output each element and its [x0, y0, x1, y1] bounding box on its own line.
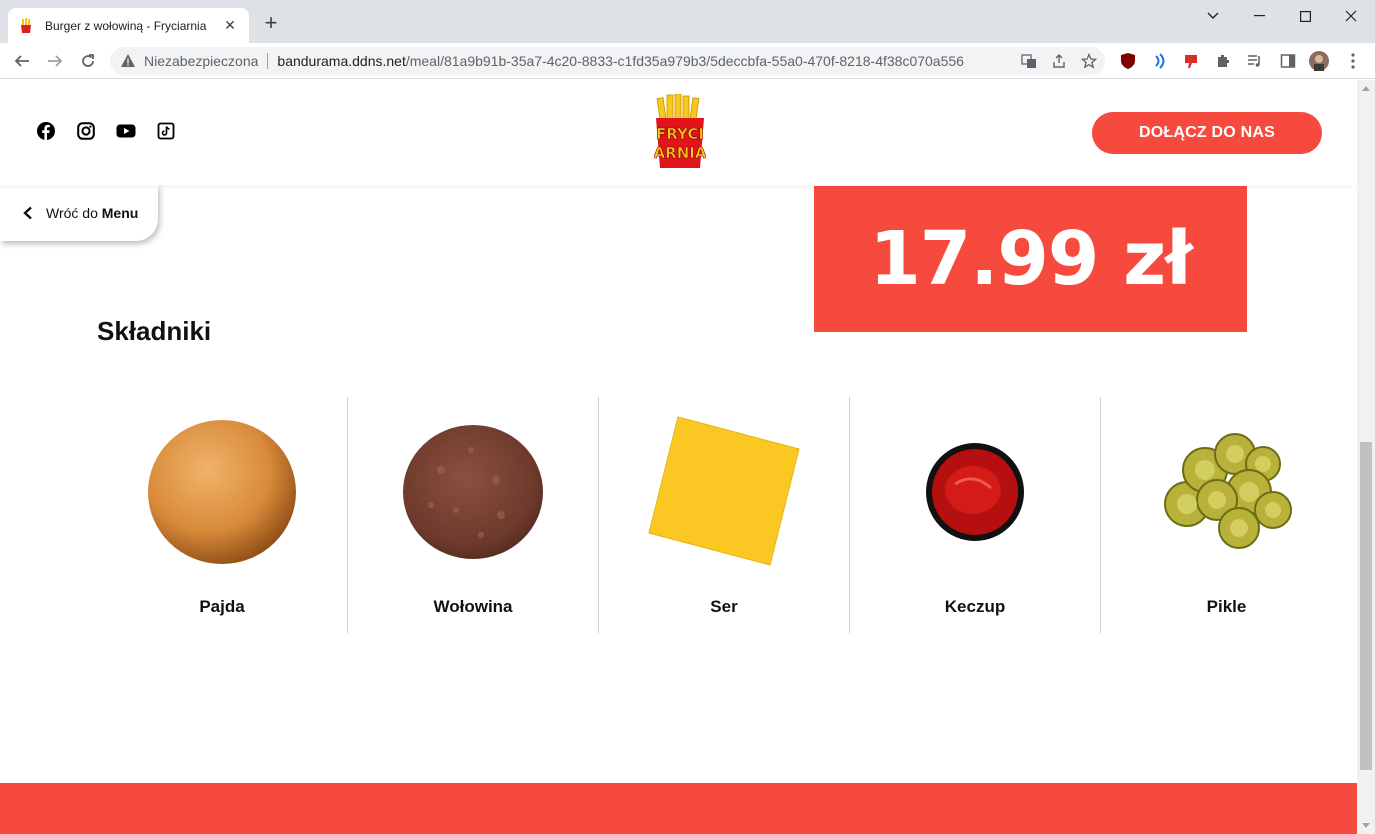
new-tab-icon[interactable]: +	[260, 12, 282, 35]
footer-band	[0, 783, 1357, 834]
security-label: Niezabezpieczona	[144, 53, 259, 69]
ingredient-item: Wołowina	[348, 397, 599, 633]
ublock-icon[interactable]	[1118, 51, 1138, 71]
cheese-icon	[644, 416, 804, 567]
ingredient-item: Keczup	[850, 397, 1101, 633]
site-header: FRYCI ARNIA DOŁĄCZ DO NAS	[0, 80, 1357, 185]
forward-arrow-icon[interactable]	[43, 49, 67, 73]
ingredient-item: Ser	[599, 397, 850, 633]
share-icon[interactable]	[1051, 53, 1067, 69]
back-menu-label: Menu	[101, 205, 139, 221]
url-path: /meal/81a9b91b-35a7-4c20-8833-c1fd35a979…	[405, 53, 964, 69]
fryciarnia-logo[interactable]: FRYCI ARNIA	[653, 93, 707, 170]
price-value: 17.99 zł	[869, 216, 1192, 302]
browser-tab-bar: Burger z wołowiną - Fryciarnia ✕ +	[0, 0, 1375, 43]
tiktok-icon[interactable]	[157, 122, 175, 140]
chevron-left-icon	[23, 206, 32, 220]
ingredient-name: Wołowina	[433, 597, 513, 616]
tab-search-icon[interactable]	[1190, 5, 1236, 27]
logo-text-top: FRYCI	[656, 125, 704, 143]
scroll-up-icon[interactable]	[1362, 86, 1370, 91]
beef-patty-icon	[393, 417, 553, 567]
back-arrow-icon[interactable]	[10, 49, 34, 73]
scroll-down-icon[interactable]	[1362, 823, 1370, 828]
ingredient-name: Ser	[710, 597, 738, 616]
maximize-icon[interactable]	[1282, 5, 1328, 27]
warning-icon	[121, 54, 135, 67]
reload-icon[interactable]	[76, 49, 100, 73]
back-prefix: Wróć do	[46, 205, 98, 221]
join-us-button[interactable]: DOŁĄCZ DO NAS	[1092, 112, 1322, 154]
browser-menu-icon[interactable]	[1343, 51, 1363, 71]
profile-avatar-icon[interactable]	[1309, 51, 1329, 71]
media-playlist-icon[interactable]	[1245, 51, 1265, 71]
price-box: 17.99 zł	[814, 186, 1247, 332]
facebook-icon[interactable]	[37, 122, 55, 140]
logo-text-bottom: ARNIA	[654, 144, 706, 162]
youtube-icon[interactable]	[116, 122, 136, 140]
browser-tab[interactable]: Burger z wołowiną - Fryciarnia ✕	[8, 8, 249, 43]
page-viewport: FRYCI ARNIA DOŁĄCZ DO NAS Wróć do Menu 1…	[0, 80, 1357, 834]
ingredient-name: Keczup	[944, 597, 1006, 616]
translate-icon[interactable]	[1021, 53, 1037, 69]
close-window-icon[interactable]	[1328, 5, 1374, 27]
tab-title: Burger z wołowiną - Fryciarnia	[45, 18, 207, 33]
wireless-extension-icon[interactable]	[1150, 51, 1170, 71]
url-host: bandurama.ddns.net	[277, 53, 406, 69]
ingredient-name: Pajda	[199, 597, 245, 616]
browser-toolbar: Niezabezpieczona bandurama.ddns.net/meal…	[0, 43, 1375, 79]
ingredients-title: Składniki	[97, 316, 212, 346]
bun-icon	[142, 417, 302, 567]
minimize-icon[interactable]	[1236, 5, 1282, 27]
ingredient-item: Pikle	[1101, 397, 1352, 633]
pickles-icon	[1147, 417, 1307, 567]
scroll-thumb[interactable]	[1360, 442, 1372, 770]
tab-close-icon[interactable]: ✕	[221, 17, 239, 35]
ingredients-list: Pajda Wołowina Ser Keczup Pikle	[97, 397, 1353, 633]
ingredient-name: Pikle	[1206, 597, 1247, 616]
ingredient-item: Pajda	[97, 397, 348, 633]
page-scrollbar[interactable]	[1357, 80, 1375, 834]
instagram-icon[interactable]	[77, 122, 95, 140]
extensions-puzzle-icon[interactable]	[1213, 51, 1233, 71]
dislike-extension-icon[interactable]	[1181, 51, 1201, 71]
fries-favicon-icon	[18, 17, 34, 34]
side-panel-icon[interactable]	[1278, 51, 1298, 71]
ketchup-icon	[895, 417, 1055, 567]
bookmark-star-icon[interactable]	[1081, 53, 1097, 69]
address-bar[interactable]: Niezabezpieczona bandurama.ddns.net/meal…	[110, 47, 1105, 75]
back-to-menu-button[interactable]: Wróć do Menu	[0, 185, 158, 241]
